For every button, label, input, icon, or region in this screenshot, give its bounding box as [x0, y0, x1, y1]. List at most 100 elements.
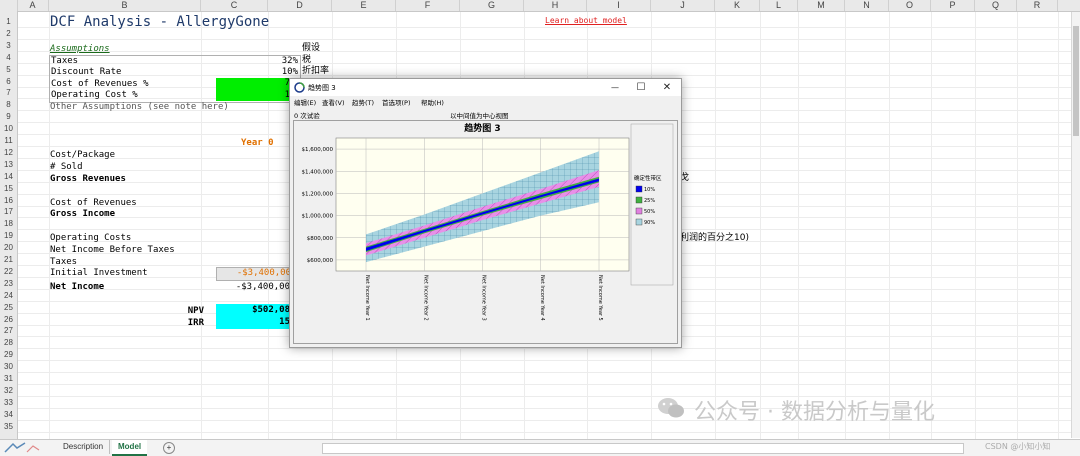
view-subtitle: 以中间值为中心视图 [450, 112, 509, 120]
column-header-o[interactable]: O [889, 0, 931, 11]
menu-help[interactable]: 帮助(H) [421, 97, 444, 107]
row-header-20[interactable]: 20 [0, 242, 17, 253]
row-header-31[interactable]: 31 [0, 373, 17, 384]
tab-description[interactable]: Description [57, 440, 111, 454]
row-header-19[interactable]: 19 [0, 230, 17, 241]
row-header-13[interactable]: 13 [0, 159, 17, 170]
column-header-d[interactable]: D [268, 0, 332, 11]
close-button[interactable]: ✕ [654, 79, 680, 96]
menu-trend[interactable]: 趋势(T) [352, 97, 374, 107]
cost-package-label: Cost/Package [50, 150, 116, 160]
maximize-button[interactable]: ☐ [628, 79, 654, 96]
legend-label: 25% [644, 198, 655, 204]
row-header-23[interactable]: 23 [0, 278, 17, 289]
column-header-m[interactable]: M [798, 0, 845, 11]
row-header-30[interactable]: 30 [0, 361, 17, 372]
column-header-i[interactable]: I [587, 0, 651, 11]
row-header-25[interactable]: 25 [0, 302, 17, 313]
row-header-22[interactable]: 22 [0, 266, 17, 277]
row-header-16[interactable]: 16 [0, 195, 17, 206]
other-assumptions-label: Other Assumptions (see note here) [50, 102, 229, 112]
window-titlebar[interactable]: 趋势图 3 — ☐ ✕ [290, 79, 681, 96]
column-header-g[interactable]: G [460, 0, 524, 11]
column-header-r[interactable]: R [1017, 0, 1058, 11]
x-tick-label: Net Income Year 4 [539, 275, 545, 321]
column-header-j[interactable]: J [651, 0, 715, 11]
row-header-6[interactable]: 6 [0, 76, 17, 87]
x-tick-label: Net Income Year 5 [597, 275, 603, 321]
row-header-15[interactable]: 15 [0, 183, 17, 194]
row-header-12[interactable]: 12 [0, 147, 17, 158]
row-header-34[interactable]: 34 [0, 409, 17, 420]
row-header-2[interactable]: 2 [0, 28, 17, 39]
row-header-21[interactable]: 21 [0, 254, 17, 265]
legend-swatch-10pct [635, 185, 643, 193]
column-header-e[interactable]: E [332, 0, 396, 11]
vertical-scrollbar[interactable] [1071, 12, 1080, 438]
row-header-3[interactable]: 3 [0, 40, 17, 51]
row-header-10[interactable]: 10 [0, 123, 17, 134]
row-header-14[interactable]: 14 [0, 171, 17, 182]
column-header-l[interactable]: L [760, 0, 798, 11]
column-header-c[interactable]: C [201, 0, 268, 11]
taxes-value[interactable]: 32% [216, 56, 298, 67]
trials-count: 0 次试验 [294, 112, 320, 120]
row-header-17[interactable]: 17 [0, 206, 17, 217]
operating-cost-pct-value[interactable]: 1 [216, 90, 298, 101]
net-income-value[interactable]: -$3,400,00 [216, 282, 290, 293]
row-header-18[interactable]: 18 [0, 218, 17, 229]
row-header-4[interactable]: 4 [0, 52, 17, 63]
menu-view[interactable]: 查看(V) [322, 97, 345, 107]
menu-edit[interactable]: 编辑(E) [294, 97, 316, 107]
column-gridline [845, 12, 846, 439]
initial-investment-label: Initial Investment [50, 268, 148, 278]
vertical-scroll-thumb[interactable] [1073, 26, 1079, 136]
trend-chart-window[interactable]: 趋势图 3 — ☐ ✕ 编辑(E) 查看(V) 趋势(T) 首选项(P) 帮助(… [289, 78, 682, 348]
column-header-f[interactable]: F [396, 0, 460, 11]
column-header-k[interactable]: K [715, 0, 760, 11]
row-header-8[interactable]: 8 [0, 99, 17, 110]
gross-revenues-label: Gross Revenues [50, 174, 126, 184]
legend-title: 确定性带区 [634, 174, 662, 182]
row-header-24[interactable]: 24 [0, 290, 17, 301]
menu-preferences[interactable]: 首选项(P) [382, 97, 411, 107]
row-gridline [18, 50, 1071, 52]
row-header-27[interactable]: 27 [0, 325, 17, 336]
minimize-button[interactable]: — [602, 79, 628, 96]
sheet-nav-icon[interactable] [3, 442, 43, 454]
row-header-11[interactable]: 11 [0, 135, 17, 146]
row-header-32[interactable]: 32 [0, 385, 17, 396]
cost-of-revenues-pct-value[interactable]: 7 [216, 78, 298, 90]
row-header-7[interactable]: 7 [0, 87, 17, 98]
column-header-a[interactable]: A [17, 0, 49, 11]
legend-box [630, 123, 674, 286]
row-header-35[interactable]: 35 [0, 421, 17, 432]
row-header-9[interactable]: 9 [0, 111, 17, 122]
learn-about-model-link[interactable]: Learn about model [545, 15, 627, 26]
row-header-28[interactable]: 28 [0, 337, 17, 348]
row-gridline [18, 431, 1071, 433]
row-header-1[interactable]: 1 [0, 16, 17, 27]
row-header-29[interactable]: 29 [0, 349, 17, 360]
tab-model[interactable]: Model [112, 440, 148, 456]
npv-value[interactable]: $502,08 [216, 304, 290, 317]
select-all-corner[interactable] [0, 0, 18, 11]
column-header-b[interactable]: B [49, 0, 201, 11]
discount-rate-label: Discount Rate [51, 67, 122, 77]
column-header-h[interactable]: H [524, 0, 587, 11]
initial-investment-value[interactable]: -$3,400,00 [216, 267, 292, 281]
column-header-p[interactable]: P [931, 0, 975, 11]
chart-title: 趋势图 3 [464, 122, 500, 134]
discount-rate-value[interactable]: 10% [216, 67, 298, 78]
row-header-33[interactable]: 33 [0, 397, 17, 408]
sheet-tab-bar: Description Model + [0, 439, 1080, 456]
irr-value[interactable]: 15 [216, 317, 290, 329]
horizontal-scrollbar[interactable] [322, 443, 964, 454]
column-header-q[interactable]: Q [975, 0, 1017, 11]
add-sheet-button[interactable]: + [163, 442, 175, 454]
column-header-n[interactable]: N [845, 0, 889, 11]
x-tick-label: Net Income Year 2 [422, 275, 428, 321]
row-header-5[interactable]: 5 [0, 64, 17, 75]
row-header-26[interactable]: 26 [0, 314, 17, 325]
assumptions-label: Assumptions [50, 44, 110, 54]
